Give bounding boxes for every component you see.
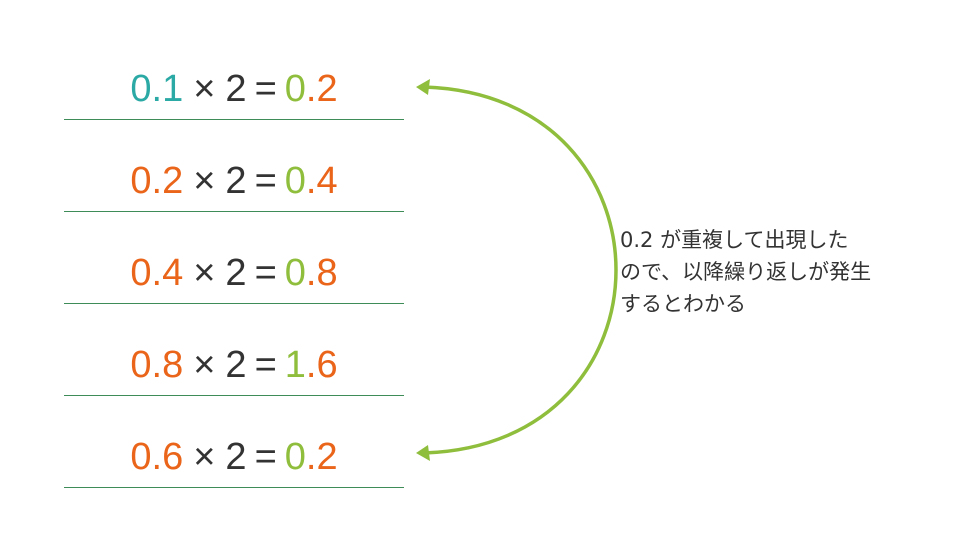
note-line-2: ので、以降繰り返しが発生 — [620, 260, 872, 284]
repeat-arc — [422, 85, 618, 455]
explanation-note: 0.2 が重複して出現した ので、以降繰り返しが発生 するとわかる — [620, 224, 950, 320]
note-line-1: 0.2 が重複して出現した — [620, 228, 849, 252]
arrowhead-bottom — [416, 445, 430, 461]
note-line-3: するとわかる — [620, 292, 746, 316]
arrowhead-top — [416, 79, 430, 95]
